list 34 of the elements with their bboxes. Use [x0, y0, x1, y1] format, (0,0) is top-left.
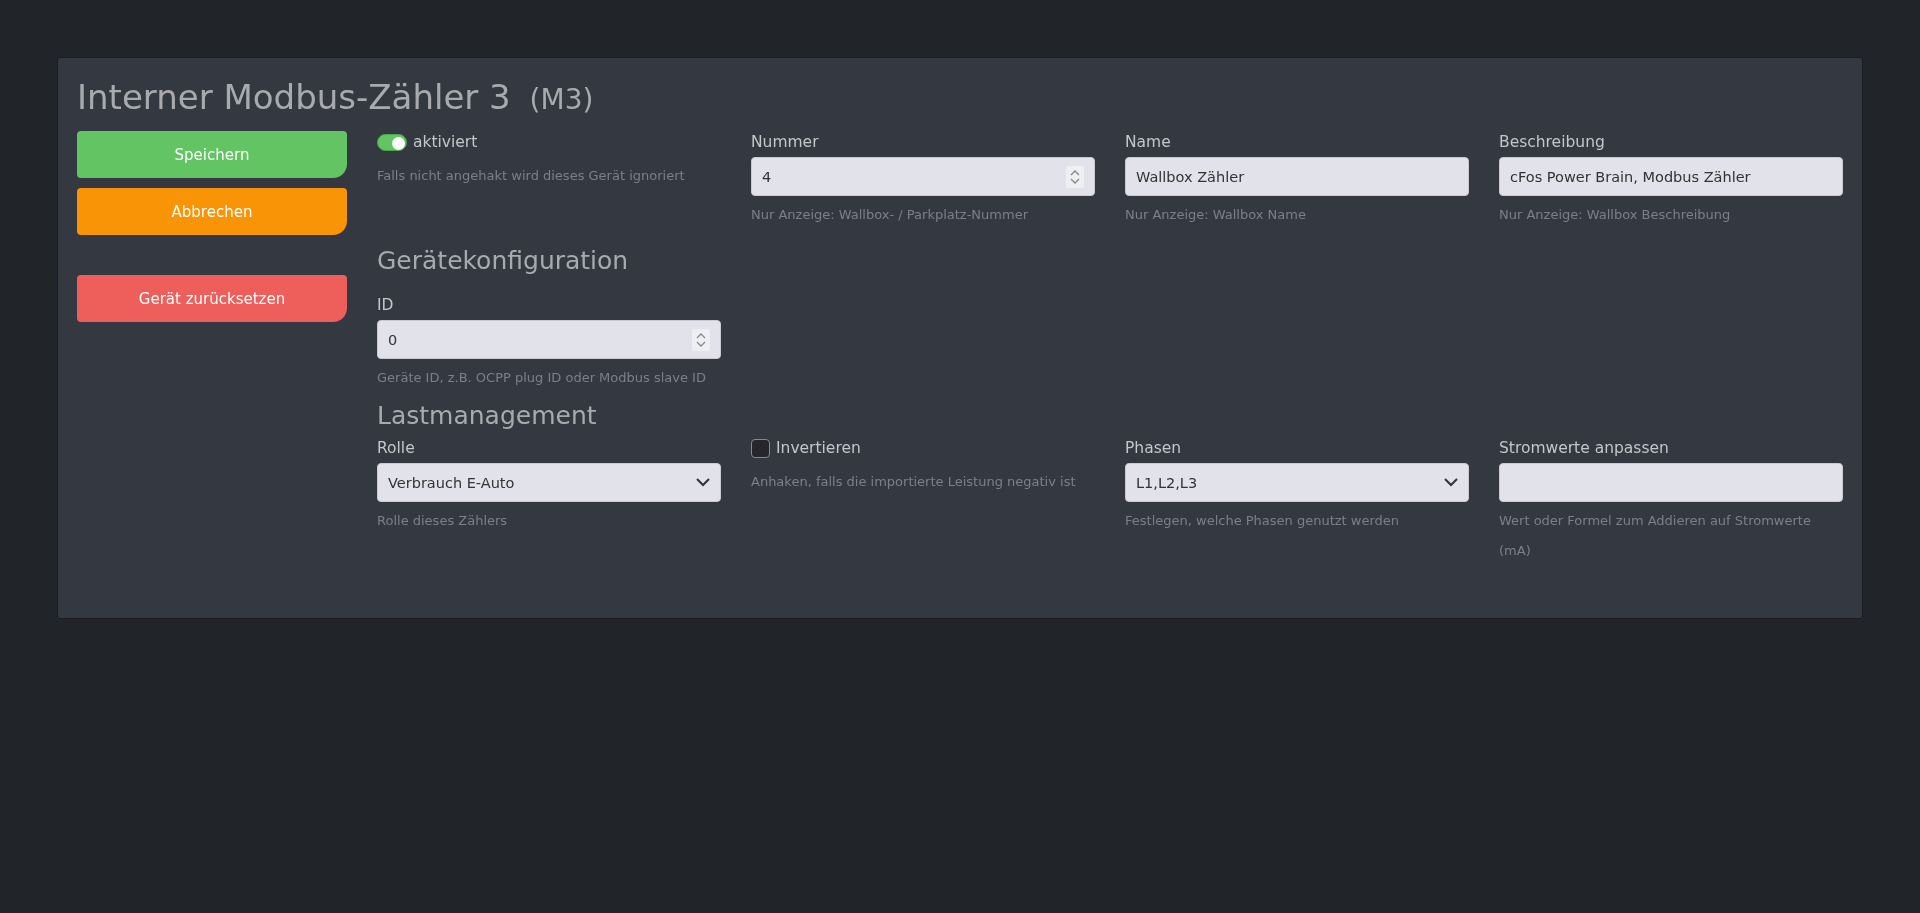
help-text: Nur Anzeige: Wallbox- / Parkplatz-Nummer: [751, 206, 1029, 224]
field-label: Name: [1125, 132, 1171, 153]
number-field[interactable]: 4: [751, 157, 1095, 196]
field-label: Rolle: [377, 438, 415, 459]
help-text: Festlegen, welche Phasen genutzt werden: [1125, 512, 1401, 530]
text-field[interactable]: Wallbox Zähler: [1125, 157, 1469, 196]
field-label: Beschreibung: [1499, 132, 1605, 153]
chevron-down-icon: [696, 478, 710, 487]
help-text: Nur Anzeige: Wallbox Beschreibung: [1499, 206, 1732, 224]
number-field[interactable]: 0: [377, 320, 721, 359]
select-field[interactable]: L1,L2,L3: [1125, 463, 1469, 502]
checkbox[interactable]: [751, 438, 770, 458]
text-field[interactable]: cFos Power Brain, Modbus Zähler: [1499, 157, 1843, 196]
field-label: ID: [377, 295, 394, 316]
field-label: Nummer: [751, 132, 819, 153]
toggle-switch[interactable]: [377, 133, 407, 151]
help-text: Geräte ID, z.B. OCPP plug ID oder Modbus slave ID: [377, 369, 707, 387]
help-text: Anhaken, falls die importierte Leistung negativ ist: [751, 473, 1077, 491]
help-text: Falls nicht angehakt wird dieses Gerät ignoriert: [377, 167, 686, 185]
spinner-icon[interactable]: [1066, 165, 1084, 188]
toggle-label: aktiviert: [413, 132, 478, 153]
checkbox-label: Invertieren: [776, 438, 861, 459]
page-title: Interner Modbus-Zähler 3 (M3): [77, 76, 594, 119]
help-text: Rolle dieses Zählers: [377, 512, 509, 530]
spinner-icon[interactable]: [692, 328, 710, 351]
text-field[interactable]: [1499, 463, 1843, 502]
select-field[interactable]: Verbrauch E-Auto: [377, 463, 721, 502]
field-label: Stromwerte anpassen: [1499, 438, 1669, 459]
help-text: Wert oder Formel zum Addieren auf Stromwerte (mA): [1499, 512, 1812, 560]
help-text: Nur Anzeige: Wallbox Name: [1125, 206, 1307, 224]
section-heading: Lastmanagement: [377, 400, 597, 432]
section-heading: Gerätekonfiguration: [377, 245, 629, 277]
chevron-down-icon: [1444, 478, 1458, 487]
field-label: Phasen: [1125, 438, 1182, 459]
